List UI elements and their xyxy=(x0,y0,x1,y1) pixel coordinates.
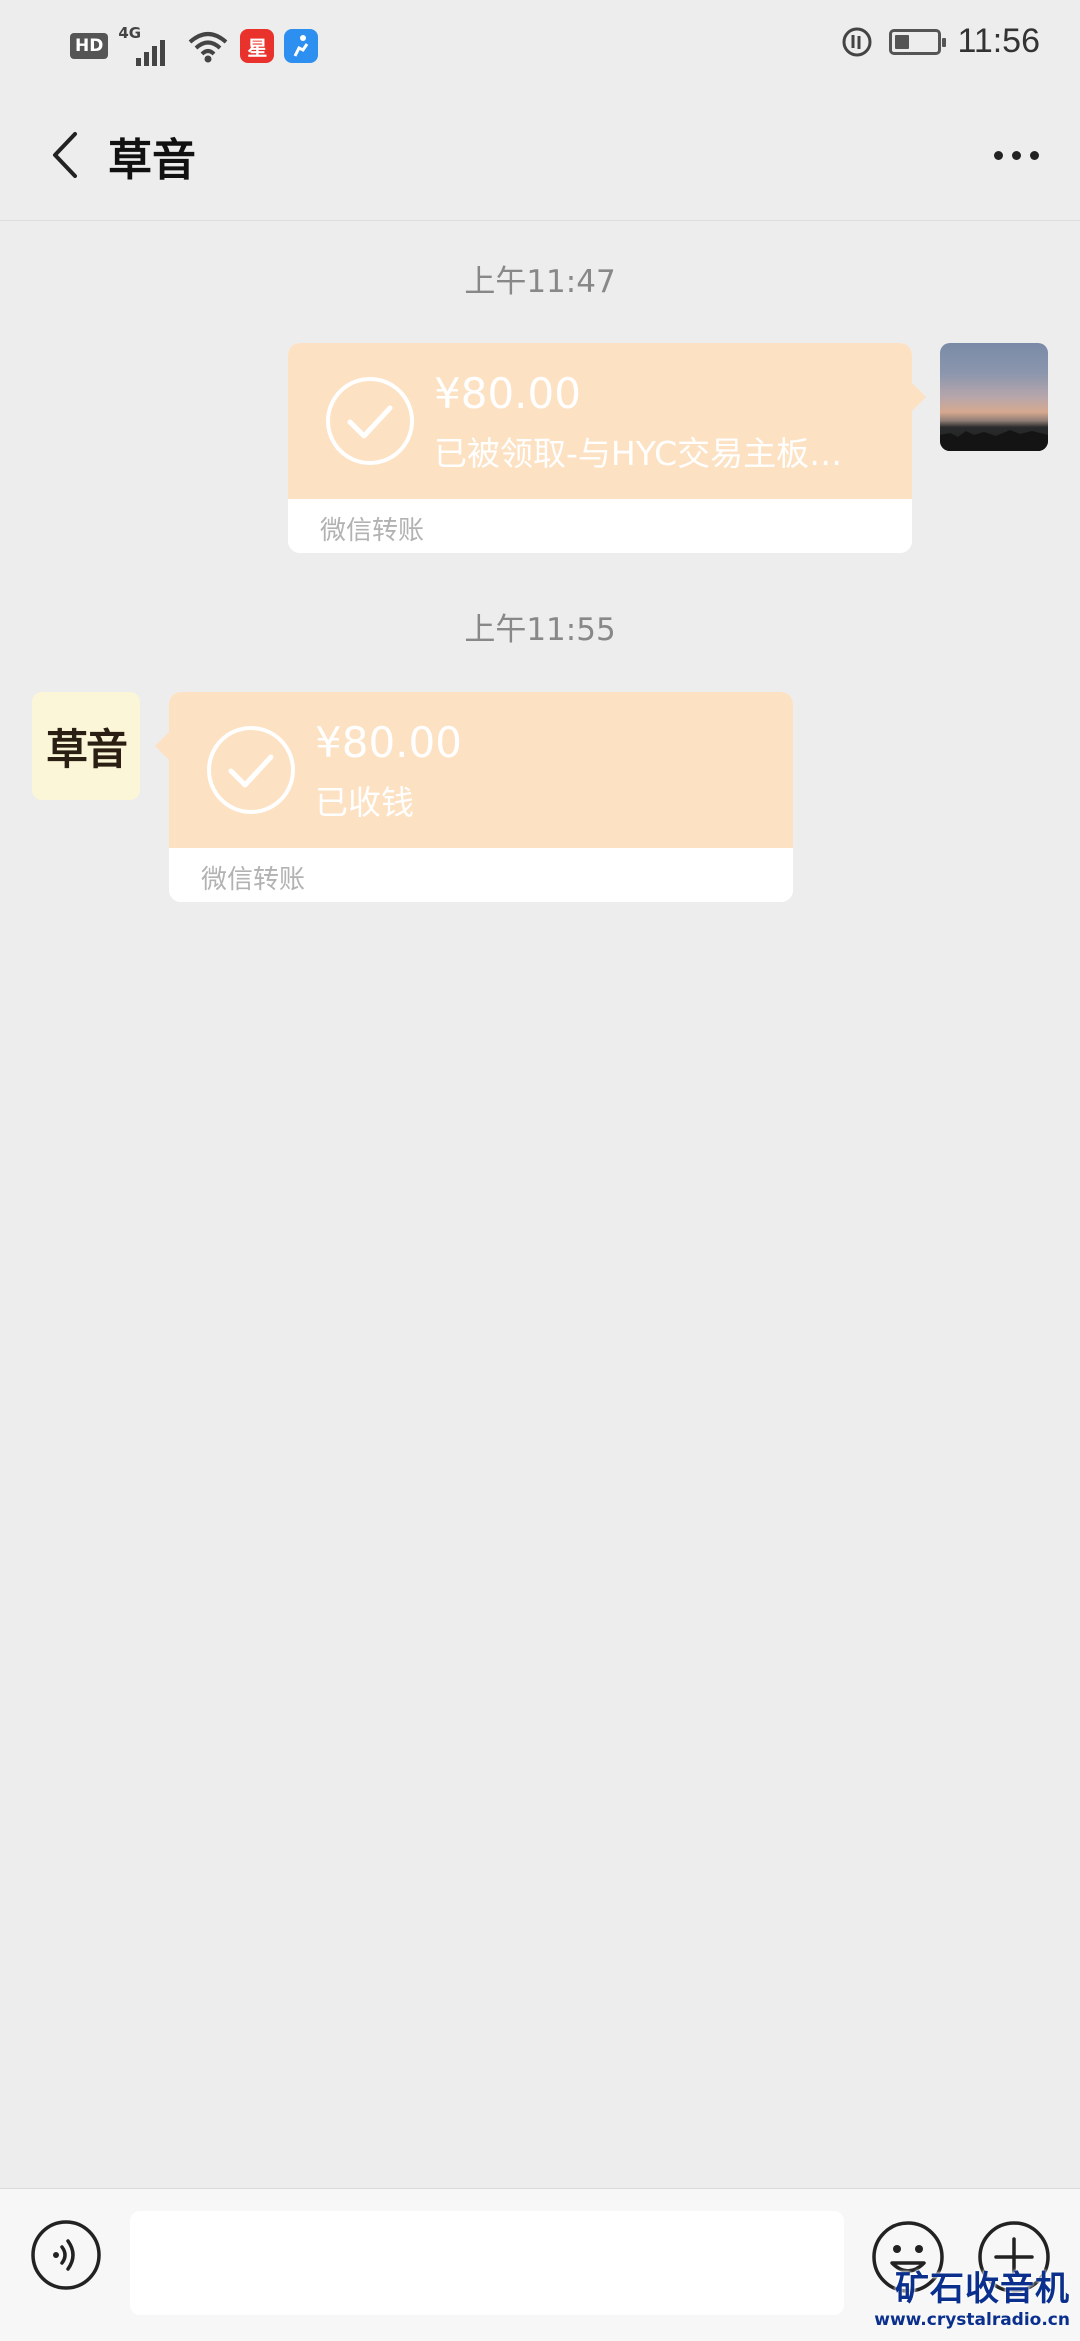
timestamp: 上午11:55 xyxy=(464,612,616,648)
check-circle-icon xyxy=(326,377,414,465)
more-button[interactable] xyxy=(976,120,1056,190)
wifi-icon xyxy=(189,32,228,63)
transfer-status: 已被领取-与HYC交易主板… xyxy=(434,434,843,473)
transfer-status: 已收钱 xyxy=(315,783,414,822)
contact-avatar[interactable]: 草音 xyxy=(32,692,140,800)
watermark-main: 矿石收音机 xyxy=(895,2269,1070,2309)
header-divider xyxy=(0,220,1080,221)
my-avatar[interactable] xyxy=(940,343,1048,451)
hd-badge: HD xyxy=(70,33,109,59)
chat-header: 草音 xyxy=(0,90,1080,220)
transfer-footer-label: 微信转账 xyxy=(201,865,306,895)
battery-icon xyxy=(889,28,947,55)
status-bar-left: HD 4G 星 xyxy=(70,24,319,66)
voice-icon[interactable] xyxy=(30,2219,102,2291)
transfer-amount: ¥80.00 xyxy=(434,369,581,418)
message-input[interactable] xyxy=(130,2211,844,2315)
chevron-left-icon xyxy=(53,132,77,178)
status-time: 11:56 xyxy=(957,22,1040,60)
status-bar-right: 11:56 xyxy=(841,22,1040,61)
timestamp: 上午11:47 xyxy=(464,264,616,300)
transfer-footer-label: 微信转账 xyxy=(320,516,425,546)
chat-title: 草音 xyxy=(108,135,196,186)
signal-icon: 4G xyxy=(118,24,176,66)
back-button[interactable] xyxy=(30,120,100,190)
transfer-amount: ¥80.00 xyxy=(315,718,462,767)
notification-app-icon: 星 xyxy=(240,29,275,63)
notification-runner-icon xyxy=(284,29,319,63)
check-circle-icon xyxy=(207,726,295,814)
transfer-bubble-received[interactable]: ¥80.00 已收钱 微信转账 xyxy=(155,692,793,902)
status-bar: HD 4G 星 11:56 xyxy=(0,0,1080,90)
watermark: 矿石收音机 www.crystalradio.cn xyxy=(874,2261,1070,2330)
transfer-bubble-sent[interactable]: ¥80.00 已被领取-与HYC交易主板… 微信转账 xyxy=(288,343,926,553)
watermark-url: www.crystalradio.cn xyxy=(874,2310,1070,2330)
data-saver-icon xyxy=(842,27,872,56)
